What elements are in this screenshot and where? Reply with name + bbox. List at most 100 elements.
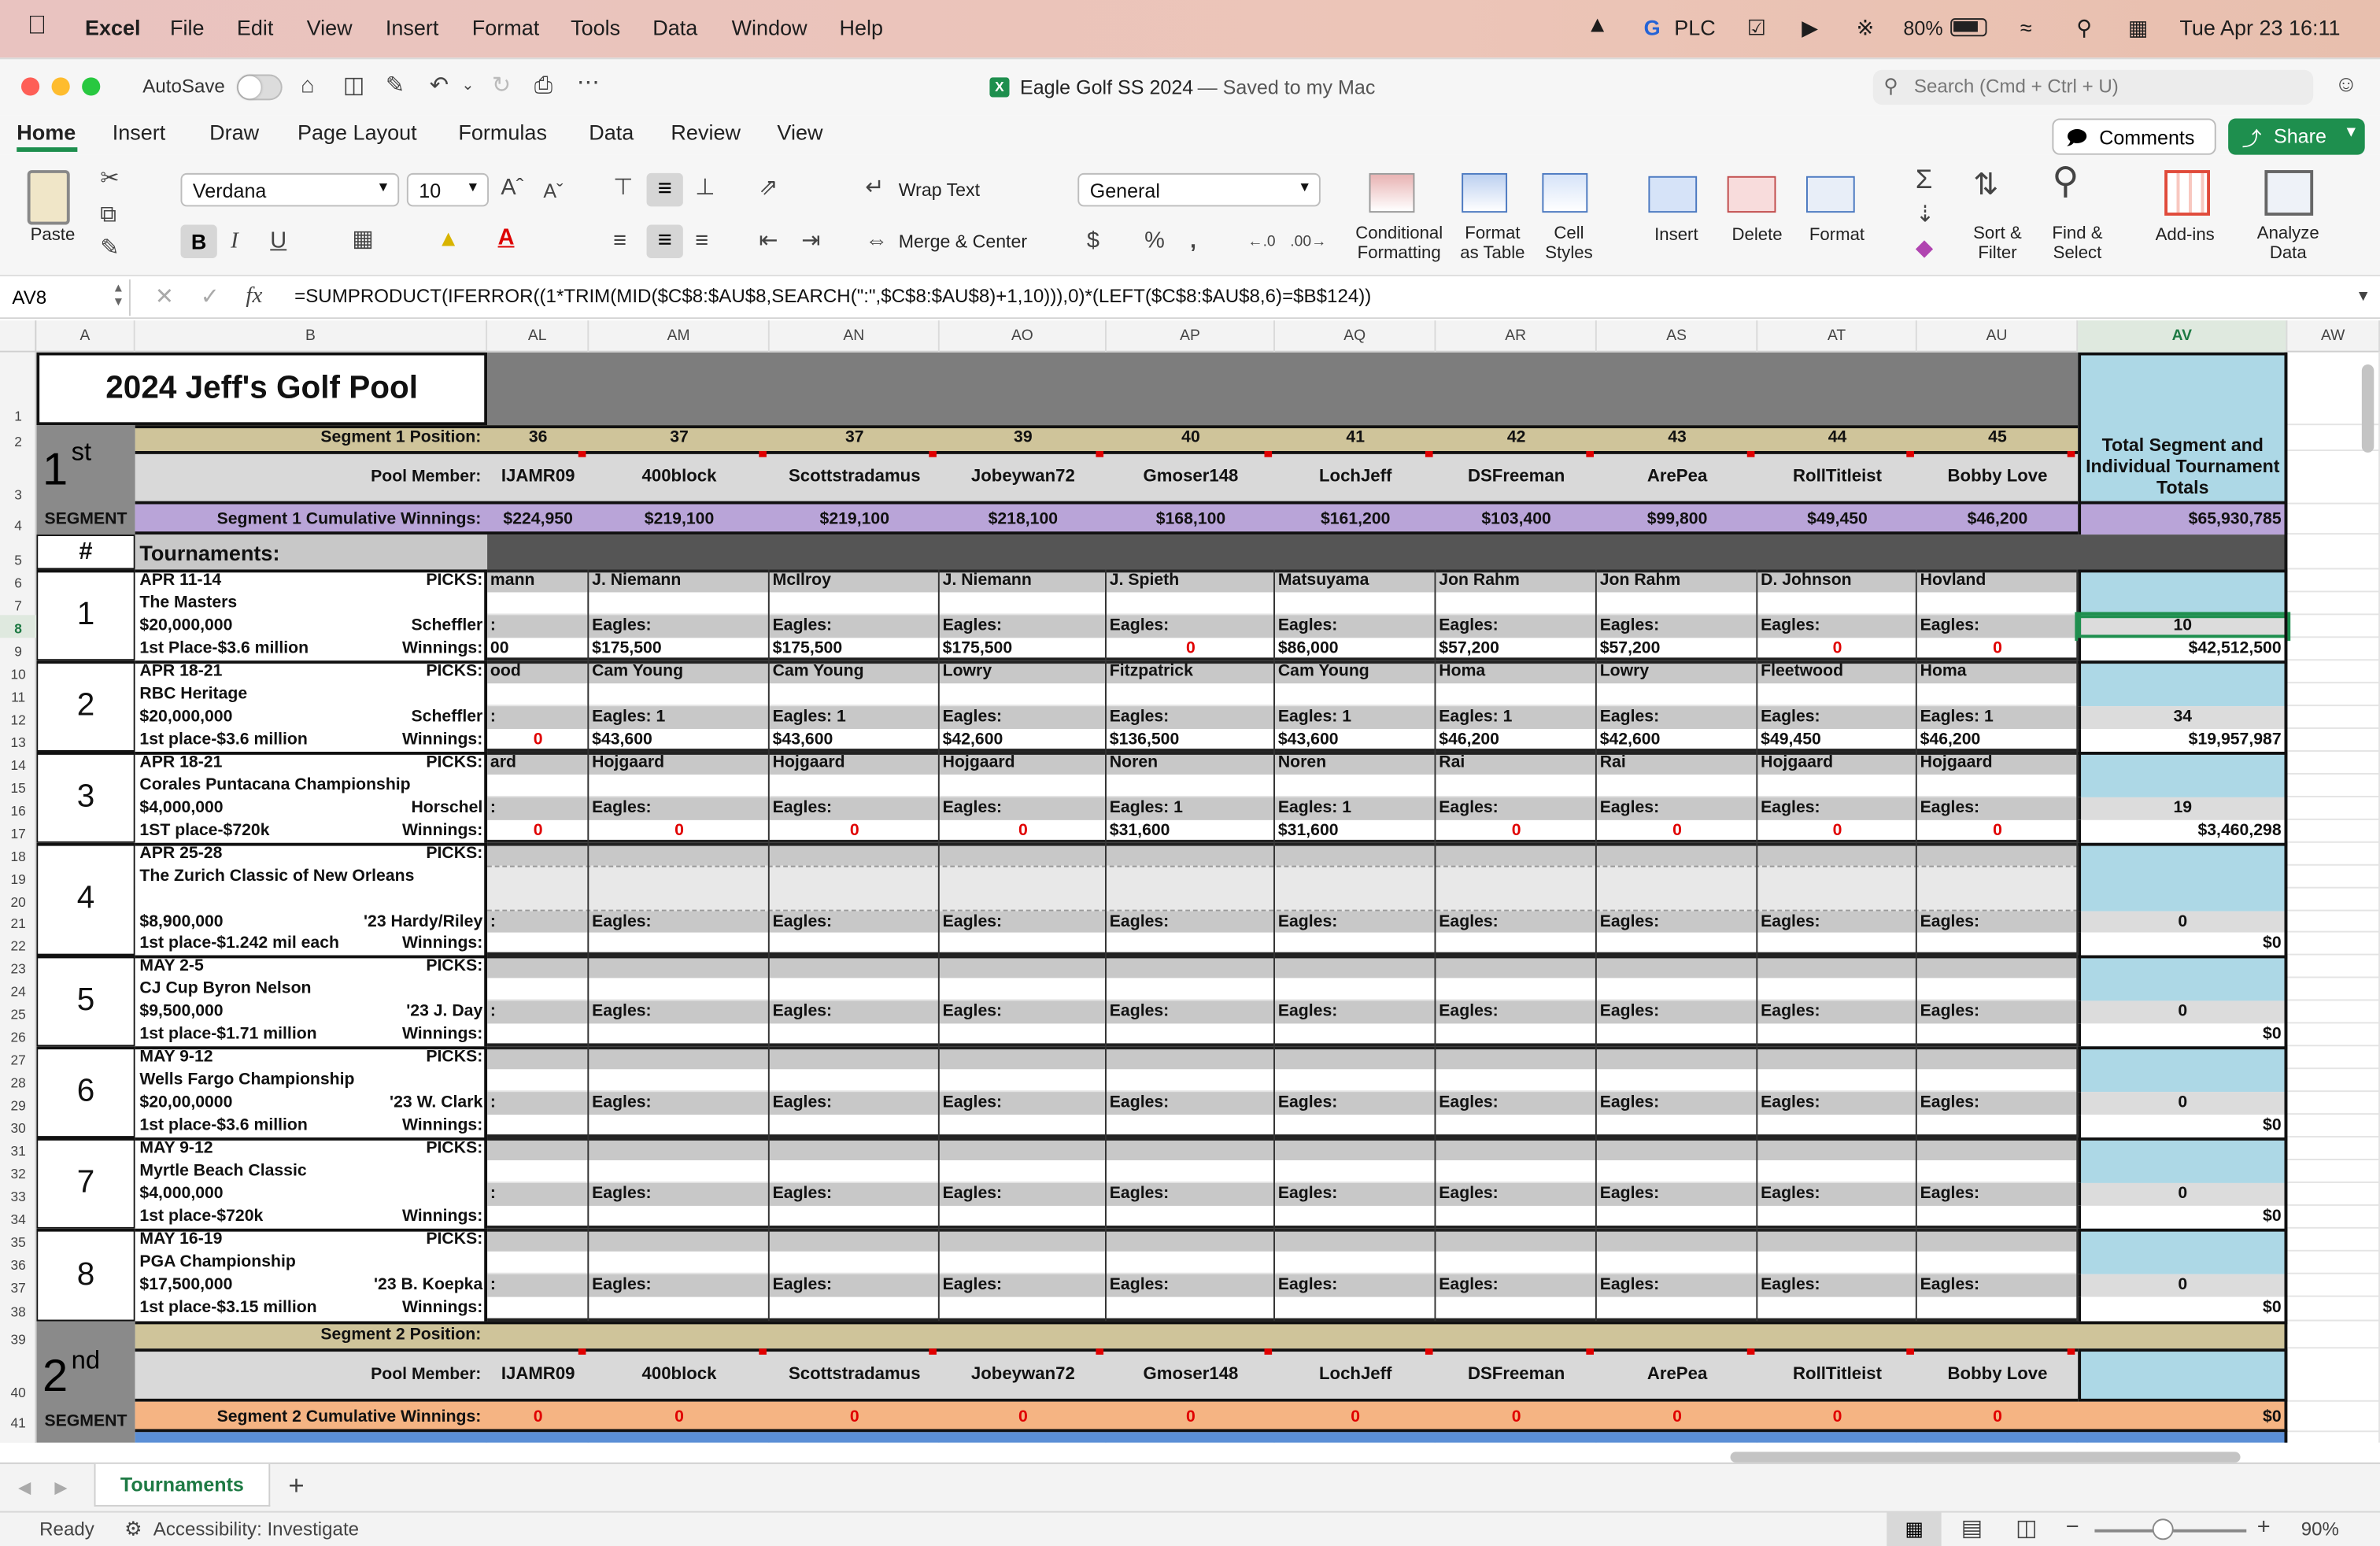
row-header-15[interactable]: 15 — [0, 775, 36, 797]
row-header-14[interactable]: 14 — [0, 752, 36, 775]
row-header-28[interactable]: 28 — [0, 1069, 36, 1092]
menu-format[interactable]: Format — [472, 15, 540, 39]
row-header-3[interactable]: 3 — [0, 451, 36, 505]
row-header-24[interactable]: 24 — [0, 978, 36, 1000]
column-header-ap[interactable]: AP — [1107, 320, 1275, 353]
row-header-35[interactable]: 35 — [0, 1229, 36, 1252]
name-box-stepper-icon[interactable]: ▲ ▼ — [113, 281, 124, 309]
number-format-select[interactable]: General ▼ — [1077, 172, 1321, 207]
checklist-icon[interactable]: ☑ — [1747, 15, 1766, 41]
column-header-am[interactable]: AM — [589, 320, 770, 353]
row-header-38[interactable]: 38 — [0, 1297, 36, 1322]
cut-icon[interactable]: ✂ — [100, 166, 119, 191]
align-middle-icon[interactable]: ≡ — [646, 172, 683, 207]
row-header-32[interactable]: 32 — [0, 1160, 36, 1183]
conditional-formatting-label[interactable]: Conditional Formatting — [1355, 225, 1443, 264]
decrease-indent-icon[interactable]: ⇤ — [759, 228, 778, 253]
row-header-36[interactable]: 36 — [0, 1252, 36, 1274]
column-header-as[interactable]: AS — [1597, 320, 1758, 353]
row-header-30[interactable]: 30 — [0, 1115, 36, 1137]
tab-data[interactable]: Data — [589, 120, 634, 144]
row-header-29[interactable]: 29 — [0, 1092, 36, 1115]
app-menu[interactable]: Excel — [85, 15, 141, 39]
row-header-16[interactable]: 16 — [0, 797, 36, 820]
row-header-18[interactable]: 18 — [0, 843, 36, 866]
align-center-icon[interactable]: ≡ — [646, 224, 683, 258]
menu-insert[interactable]: Insert — [386, 15, 439, 39]
column-header-au[interactable]: AU — [1917, 320, 2079, 353]
horizontal-scrollbar[interactable] — [1730, 1452, 2241, 1463]
row-header-41[interactable]: 41 — [0, 1402, 36, 1433]
undo-dropdown-icon[interactable]: ⌄ — [461, 75, 474, 99]
row-header-31[interactable]: 31 — [0, 1137, 36, 1160]
spotlight-icon[interactable]: ⚲ — [2076, 15, 2092, 41]
find-select-icon[interactable]: ⚲ — [2052, 163, 2079, 199]
delete-cells-label[interactable]: Delete — [1731, 226, 1782, 246]
confirm-entry-icon[interactable]: ✓ — [201, 285, 220, 310]
currency-icon[interactable]: $ — [1087, 228, 1099, 253]
zoom-in-icon[interactable]: + — [2257, 1515, 2271, 1540]
align-left-icon[interactable]: ≡ — [613, 228, 626, 253]
bold-button[interactable]: B — [180, 224, 217, 258]
minimize-window-button[interactable] — [51, 77, 70, 96]
row-header-34[interactable]: 34 — [0, 1206, 36, 1229]
row-header-23[interactable]: 23 — [0, 956, 36, 978]
row-header-1[interactable]: 1 — [0, 353, 36, 426]
row-header-9[interactable]: 9 — [0, 638, 36, 660]
account-icon[interactable]: ☺ — [2334, 72, 2358, 98]
analyze-data-label[interactable]: Analyze Data — [2257, 225, 2319, 264]
redo-icon[interactable]: ↻ — [492, 74, 511, 99]
format-cells-icon[interactable] — [1805, 176, 1855, 213]
decrease-font-icon[interactable]: Aˇ — [543, 179, 563, 204]
row-header-10[interactable]: 10 — [0, 660, 36, 683]
merge-center-button[interactable]: Merge & Center — [899, 231, 1027, 252]
select-all-button[interactable] — [0, 320, 37, 353]
play-icon[interactable]: ▶ — [1802, 15, 1818, 41]
fill-color-icon[interactable]: ▲ — [437, 227, 460, 252]
undo-icon[interactable]: ↶ — [430, 74, 449, 99]
cell-styles-icon[interactable] — [1542, 172, 1588, 213]
share-button[interactable]: ⤴ Share ▼ — [2228, 118, 2365, 155]
tab-insert[interactable]: Insert — [113, 120, 166, 144]
column-header-al[interactable]: AL — [487, 320, 589, 353]
row-header-17[interactable]: 17 — [0, 820, 36, 843]
column-header-ao[interactable]: AO — [940, 320, 1107, 353]
save-icon[interactable]: ◫ — [343, 74, 364, 99]
normal-view-button[interactable]: ▦ — [1887, 1512, 1942, 1546]
increase-font-icon[interactable]: Aˆ — [501, 176, 523, 201]
column-header-aw[interactable]: AW — [2287, 320, 2380, 353]
row-header-5[interactable]: 5 — [0, 534, 36, 569]
zoom-window-button[interactable] — [82, 77, 101, 96]
paste-icon[interactable] — [27, 170, 70, 225]
copy-icon[interactable]: ⧉ — [100, 203, 116, 228]
datetime[interactable]: Tue Apr 23 16:11 — [2179, 15, 2340, 39]
menu-edit[interactable]: Edit — [237, 15, 274, 39]
print-icon[interactable]: ⎙ — [534, 74, 552, 99]
save-as-icon[interactable]: ✎ — [386, 74, 405, 99]
align-top-icon[interactable]: ⊤ — [613, 176, 633, 201]
font-size-select[interactable]: 10 ▼ — [406, 172, 489, 207]
row-header-25[interactable]: 25 — [0, 1000, 36, 1023]
expand-formula-icon[interactable]: ▼ — [2356, 286, 2371, 310]
page-layout-view-icon[interactable]: ▤ — [1961, 1516, 1983, 1541]
sort-filter-icon[interactable]: ⇅ — [1973, 170, 1998, 201]
row-header-22[interactable]: 22 — [0, 933, 36, 956]
more-icon[interactable]: ⋯ — [577, 71, 600, 96]
tab-formulas[interactable]: Formulas — [458, 120, 547, 144]
add-sheet-button[interactable]: + — [288, 1470, 304, 1503]
format-table-label[interactable]: Format as Table — [1460, 225, 1524, 264]
borders-icon[interactable]: ▦ — [352, 227, 373, 252]
clear-icon[interactable]: ◆ — [1916, 236, 1933, 261]
search-box[interactable]: ⚲ Search (Cmd + Ctrl + U) — [1872, 69, 2314, 105]
format-cells-label[interactable]: Format — [1809, 226, 1864, 246]
next-sheet-icon[interactable]: ▶ — [54, 1476, 67, 1500]
column-header-av[interactable]: AV — [2078, 320, 2288, 353]
insert-cells-label[interactable]: Insert — [1654, 226, 1698, 246]
wrap-text-icon[interactable]: ↵ — [865, 176, 884, 201]
comma-icon[interactable]: , — [1190, 228, 1196, 253]
autosave-toggle[interactable] — [236, 74, 283, 101]
column-header-an[interactable]: AN — [770, 320, 940, 353]
row-header-7[interactable]: 7 — [0, 592, 36, 615]
control-center-icon[interactable]: ▦ — [2128, 15, 2149, 41]
delete-cells-icon[interactable] — [1727, 176, 1776, 213]
